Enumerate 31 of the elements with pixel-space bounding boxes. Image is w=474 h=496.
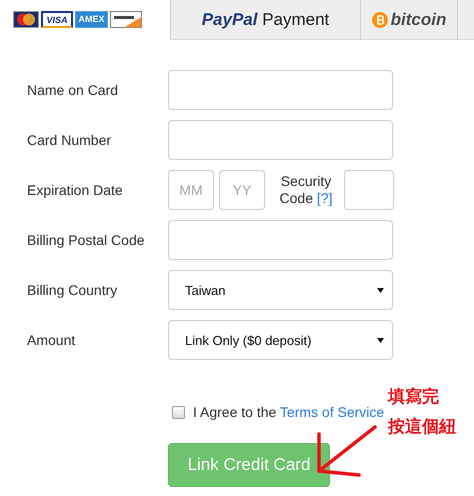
field-label: Name on Card: [27, 82, 120, 98]
amex-logo: AMEX: [75, 11, 108, 28]
terms-link[interactable]: Terms of Service: [280, 404, 384, 420]
discover-logo-icon: [110, 11, 142, 28]
input-field[interactable]: [168, 220, 393, 260]
input-field[interactable]: [168, 120, 393, 160]
field-label: Amount: [27, 332, 76, 348]
field-label: Billing Postal Code: [27, 232, 146, 248]
help-link[interactable]: [?]: [316, 190, 332, 206]
field-label: Expiration Date: [27, 182, 124, 198]
field-label: Billing Country: [27, 282, 118, 298]
tab[interactable]: PayPal Payment: [170, 0, 360, 40]
month-field[interactable]: MM: [168, 170, 214, 210]
bitcoin-icon: [372, 12, 388, 28]
annotation-text: 填寫完: [388, 386, 440, 408]
field-label: Card Number: [27, 132, 112, 148]
mastercard-logo-icon: [13, 11, 39, 28]
select-field[interactable]: Taiwan: [168, 270, 393, 310]
tab[interactable]: bitcoin: [360, 0, 457, 40]
agree-text: I Agree to the Terms of Service: [193, 404, 384, 420]
tab[interactable]: [457, 0, 474, 40]
security-code-field[interactable]: [344, 170, 394, 210]
security-code-label: Security Code [?]: [278, 173, 334, 207]
year-field[interactable]: YY: [219, 170, 265, 210]
select-field[interactable]: Link Only ($0 deposit): [168, 320, 393, 360]
checkbox[interactable]: [172, 406, 185, 418]
visa-logo: VISA: [41, 11, 73, 28]
caret-icon: [377, 338, 384, 342]
annotation-text: 按這個紐: [388, 416, 456, 438]
caret-icon: [377, 288, 384, 292]
input-field[interactable]: [168, 70, 393, 110]
